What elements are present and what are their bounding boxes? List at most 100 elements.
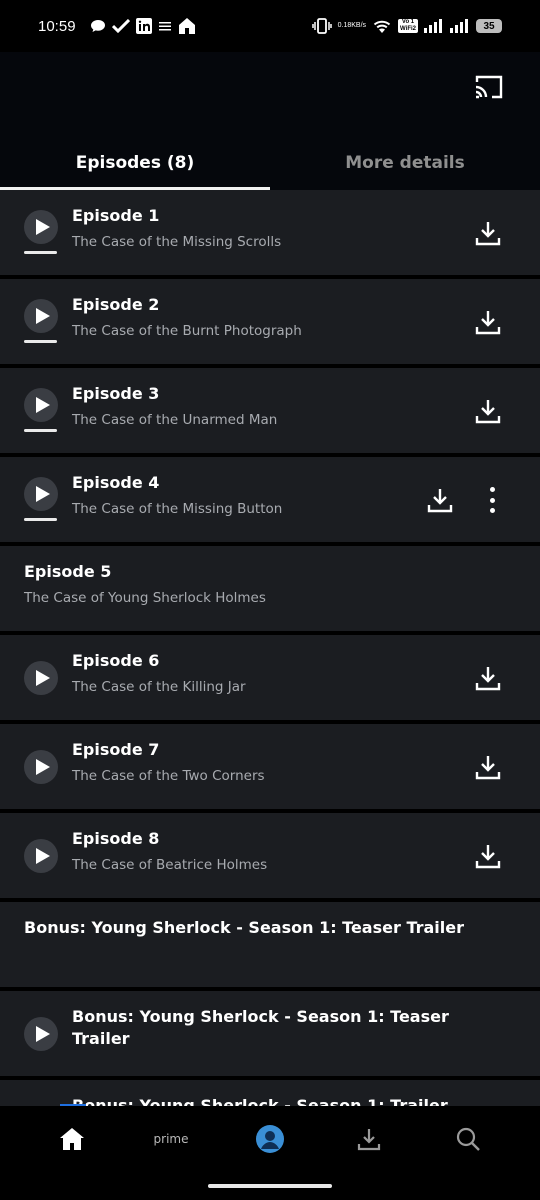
home-icon [60, 1128, 84, 1150]
episode-subtitle: The Case of the Burnt Photograph [72, 323, 302, 339]
watch-progress-fill [24, 429, 57, 432]
play-icon [35, 670, 50, 686]
play-icon [35, 219, 50, 235]
vibrate-icon [311, 18, 332, 34]
episode-subtitle: The Case of Young Sherlock Holmes [24, 590, 266, 606]
nav-prime[interactable]: prime [151, 1124, 191, 1154]
episode-list[interactable]: Episode 1 The Case of the Missing Scroll… [0, 190, 540, 1106]
home-app-icon [178, 17, 196, 35]
bonus-row-3[interactable]: Bonus: Young Sherlock - Season 1: Traile… [0, 1080, 540, 1106]
network-speed-value: 0.18 [337, 22, 352, 29]
play-button[interactable] [24, 839, 58, 873]
play-button[interactable] [24, 477, 58, 511]
episode-row-6[interactable]: Episode 6 The Case of the Killing Jar [0, 635, 540, 720]
watch-progress-bar [24, 518, 57, 521]
play-button[interactable] [24, 661, 58, 695]
watch-progress-fill [24, 518, 57, 521]
chat-icon [90, 19, 106, 33]
play-button[interactable] [24, 210, 58, 244]
signal-icon-2 [450, 19, 470, 33]
bonus-row-2[interactable]: Bonus: Young Sherlock - Season 1: Teaser… [0, 991, 540, 1076]
episode-row-2[interactable]: Episode 2 The Case of the Burnt Photogra… [0, 279, 540, 364]
episode-subtitle: The Case of the Unarmed Man [72, 412, 278, 428]
volte-label: Vo 1 [401, 19, 415, 25]
nav-search[interactable] [448, 1124, 488, 1154]
episode-row-5[interactable]: Episode 5 The Case of Young Sherlock Hol… [0, 546, 540, 631]
battery-indicator: 35 [476, 19, 502, 33]
play-icon [35, 486, 50, 502]
wifi-calling-label: WiFi2 [400, 26, 416, 32]
download-icon [475, 311, 501, 335]
more-options-button[interactable] [487, 487, 497, 513]
network-speed-unit: KB/s [351, 22, 367, 29]
play-icon [35, 1026, 50, 1042]
play-button[interactable] [24, 388, 58, 422]
download-button[interactable] [474, 842, 502, 870]
more-dot-icon [489, 497, 495, 503]
gesture-home-indicator[interactable] [208, 1184, 332, 1188]
tab-episodes[interactable]: Episodes (8) [0, 140, 270, 190]
tab-more-details[interactable]: More details [270, 140, 540, 190]
episode-subtitle: The Case of the Killing Jar [72, 679, 246, 695]
status-time: 10:59 [38, 17, 76, 35]
wifi-icon [372, 18, 392, 34]
more-dot-icon [489, 487, 495, 492]
episode-title: Episode 2 [72, 295, 160, 314]
episode-row-7[interactable]: Episode 7 The Case of the Two Corners [0, 724, 540, 809]
profile-icon [256, 1125, 284, 1153]
status-bar: 10:59 0.18 KB/s Vo 1 WiFi2 35 [0, 0, 540, 52]
download-icon [475, 756, 501, 780]
app-header [0, 52, 540, 140]
download-icon [475, 845, 501, 869]
check-icon [111, 19, 130, 33]
tab-bar: Episodes (8) More details [0, 140, 540, 190]
network-speed: 0.18 KB/s [338, 22, 366, 30]
episode-title: Episode 8 [72, 829, 160, 848]
episode-row-4[interactable]: Episode 4 The Case of the Missing Button [0, 457, 540, 542]
nav-home[interactable] [52, 1124, 92, 1154]
cast-button[interactable] [474, 74, 504, 100]
episode-row-8[interactable]: Episode 8 The Case of Beatrice Holmes [0, 813, 540, 898]
nav-downloads[interactable] [349, 1124, 389, 1154]
episode-title: Episode 4 [72, 473, 160, 492]
download-icon [475, 667, 501, 691]
watch-progress-fill [24, 340, 57, 343]
more-dot-icon [489, 508, 495, 513]
play-icon [35, 848, 50, 864]
download-button[interactable] [474, 664, 502, 692]
watch-progress-bar [24, 251, 57, 254]
download-button[interactable] [474, 308, 502, 336]
play-button[interactable] [24, 750, 58, 784]
downloads-icon [357, 1129, 381, 1151]
nav-profile[interactable] [250, 1124, 290, 1154]
watch-progress-bar [24, 429, 57, 432]
cast-icon [475, 75, 503, 99]
download-icon [427, 489, 453, 513]
download-button[interactable] [474, 219, 502, 247]
play-icon [35, 397, 50, 413]
search-icon [456, 1127, 480, 1151]
episode-subtitle: The Case of the Missing Scrolls [72, 234, 282, 250]
download-icon [475, 400, 501, 424]
bonus-title-line1: Bonus: Young Sherlock - Season 1: Teaser [72, 1007, 449, 1026]
play-button[interactable] [24, 1017, 58, 1051]
download-button[interactable] [426, 486, 454, 514]
play-icon [35, 308, 50, 324]
signal-icon-1 [424, 19, 444, 33]
bonus-title-line2: Trailer [72, 1029, 130, 1048]
bonus-row-1[interactable]: Bonus: Young Sherlock - Season 1: Teaser… [0, 902, 540, 987]
prime-label: prime [153, 1132, 189, 1146]
episode-row-1[interactable]: Episode 1 The Case of the Missing Scroll… [0, 190, 540, 275]
volte-wifi-badge: Vo 1 WiFi2 [398, 19, 418, 33]
episode-row-3[interactable]: Episode 3 The Case of the Unarmed Man [0, 368, 540, 453]
episode-title: Episode 6 [72, 651, 160, 670]
episode-subtitle: The Case of Beatrice Holmes [72, 857, 268, 873]
download-icon [475, 222, 501, 246]
download-button[interactable] [474, 753, 502, 781]
play-button[interactable] [24, 299, 58, 333]
episode-title: Episode 1 [72, 206, 160, 225]
bonus-title: Bonus: Young Sherlock - Season 1: Teaser… [24, 918, 464, 937]
download-button[interactable] [474, 397, 502, 425]
episode-title: Episode 5 [24, 562, 112, 581]
episode-title: Episode 7 [72, 740, 160, 759]
